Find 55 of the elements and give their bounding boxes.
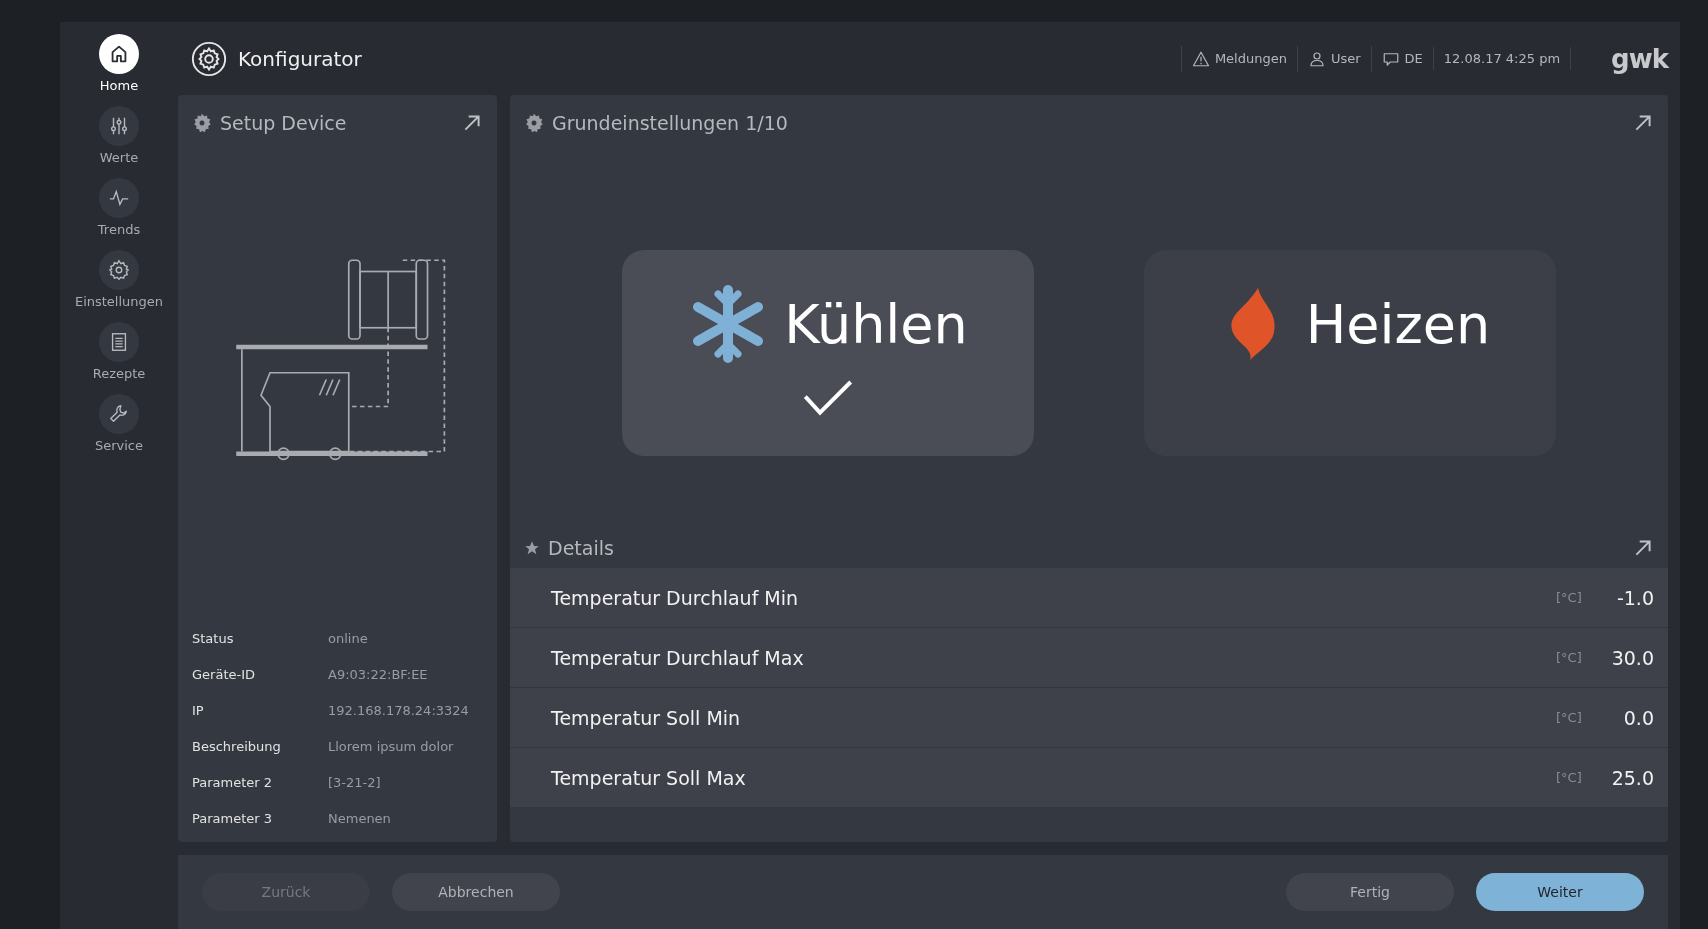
sidebar-item[interactable]: Rezepte [92, 322, 146, 392]
detail-row[interactable]: Temperatur Durchlauf Max [°C] 30.0 [510, 628, 1668, 687]
info-value: Llorem ipsum dolor [328, 739, 454, 754]
section-title: Details [548, 537, 615, 559]
detail-row[interactable]: Temperatur Durchlauf Min [°C] -1.0 [510, 568, 1668, 627]
unit-label: [°C] [1556, 650, 1583, 665]
user-button[interactable]: User [1296, 45, 1371, 72]
sidebar-item[interactable]: Service [94, 394, 143, 464]
parameter-value: -1.0 [1615, 586, 1654, 609]
pulse-icon [108, 187, 130, 209]
info-value: 192.168.178.24:3324 [328, 703, 469, 718]
language-button[interactable]: DE [1370, 45, 1433, 72]
parameter-label: Temperatur Soll Min [551, 706, 742, 729]
footer-button[interactable]: Fertig [1286, 873, 1454, 911]
info-label: IP [192, 703, 205, 718]
unit-label: [°C] [1556, 710, 1583, 725]
info-label: Status [192, 631, 235, 646]
parameter-label: Temperatur Soll Max [551, 766, 747, 789]
user-icon [1307, 49, 1326, 68]
mode-card[interactable]: Heizen [1144, 250, 1556, 456]
parameter-label: Temperatur Durchlauf Min [551, 586, 800, 609]
logo: gwk [1611, 43, 1668, 74]
star-icon [524, 540, 540, 556]
info-value: [3-21-2] [328, 775, 381, 790]
panel-title: Grundeinstellungen 1/10 [552, 111, 789, 134]
footer-button[interactable]: Abbrechen [392, 873, 560, 911]
info-label: Parameter 3 [192, 811, 274, 826]
warning-icon [1191, 49, 1210, 68]
settings-icon [108, 259, 130, 281]
date-time: 12.08.17 4:25 pm [1432, 47, 1572, 70]
gear-icon [190, 39, 228, 78]
mode-card[interactable]: Kühlen [622, 250, 1034, 456]
detail-row[interactable]: Temperatur Soll Max [°C] 25.0 [510, 748, 1668, 807]
info-label: Parameter 2 [192, 775, 274, 790]
messages-button[interactable]: Meldungen [1180, 45, 1297, 72]
parameter-value: 30.0 [1610, 646, 1654, 669]
info-value: Nemenen [328, 811, 391, 826]
unit-label: [°C] [1556, 590, 1583, 605]
wrench-icon [108, 403, 130, 425]
gear-icon [524, 112, 544, 133]
sidebar-item[interactable]: Einstellungen [74, 250, 164, 320]
parameter-label: Temperatur Durchlauf Max [551, 646, 805, 669]
info-value: A9:03:22:BF:EE [328, 667, 428, 682]
gear-icon [192, 112, 212, 133]
footer-button[interactable]: Weiter [1476, 873, 1644, 911]
panel-title: Setup Device [220, 111, 348, 134]
parameter-value: 25.0 [1610, 766, 1654, 789]
app-title: Konfigurator [238, 46, 362, 71]
unit-label: [°C] [1556, 770, 1583, 785]
parameter-value: 0.0 [1622, 706, 1654, 729]
info-value: online [328, 631, 368, 646]
sliders-icon [108, 115, 130, 137]
info-label: Beschreibung [192, 739, 282, 754]
info-label: Geräte-ID [192, 667, 256, 682]
detail-row[interactable]: Temperatur Soll Min [°C] 0.0 [510, 688, 1668, 747]
